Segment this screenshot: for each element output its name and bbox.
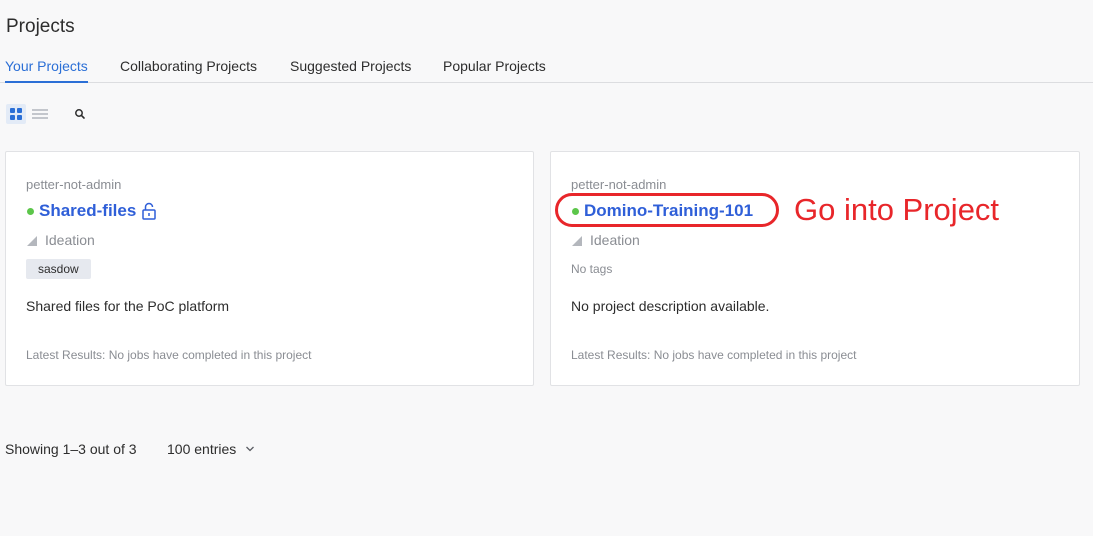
latest-results: Latest Results: No jobs have completed i… — [26, 348, 312, 362]
tab-popular-projects[interactable]: Popular Projects — [443, 58, 546, 83]
project-card: petter-not-admin Shared-files Ideation s… — [5, 151, 534, 386]
stage-icon — [27, 236, 37, 246]
latest-results: Latest Results: No jobs have completed i… — [571, 348, 857, 362]
project-name-link[interactable]: Shared-files — [39, 201, 136, 221]
project-card: petter-not-admin Domino-Training-101 Ide… — [550, 151, 1080, 386]
showing-count: Showing 1–3 out of 3 — [5, 441, 137, 457]
annotation-text: Go into Project — [794, 192, 1000, 227]
tab-your-projects[interactable]: Your Projects — [5, 58, 88, 83]
project-owner: petter-not-admin — [571, 177, 667, 192]
tab-collaborating-projects[interactable]: Collaborating Projects — [120, 58, 257, 83]
unlock-icon[interactable] — [141, 202, 157, 220]
project-description: No project description available. — [571, 298, 770, 314]
tag-chip[interactable]: sasdow — [26, 259, 91, 279]
entries-label: 100 entries — [167, 441, 237, 457]
tab-suggested-projects[interactable]: Suggested Projects — [290, 58, 411, 83]
list-icon — [32, 109, 48, 119]
project-owner: petter-not-admin — [26, 177, 122, 192]
chevron-down-icon — [246, 446, 254, 452]
no-tags-text: No tags — [571, 262, 613, 276]
search-icon — [75, 109, 85, 119]
grid-view-button[interactable] — [6, 104, 26, 124]
list-view-button[interactable] — [30, 104, 50, 124]
stage-label: Ideation — [590, 232, 640, 248]
page-title: Projects — [6, 16, 75, 37]
annotation-ellipse — [555, 193, 779, 227]
stage-label: Ideation — [45, 232, 95, 248]
project-tabs: Your Projects Collaborating Projects Sug… — [0, 58, 1093, 83]
status-dot — [27, 208, 34, 215]
project-description: Shared files for the PoC platform — [26, 298, 230, 314]
search-button[interactable] — [72, 106, 88, 122]
grid-icon — [10, 108, 22, 120]
stage-icon — [572, 236, 582, 246]
